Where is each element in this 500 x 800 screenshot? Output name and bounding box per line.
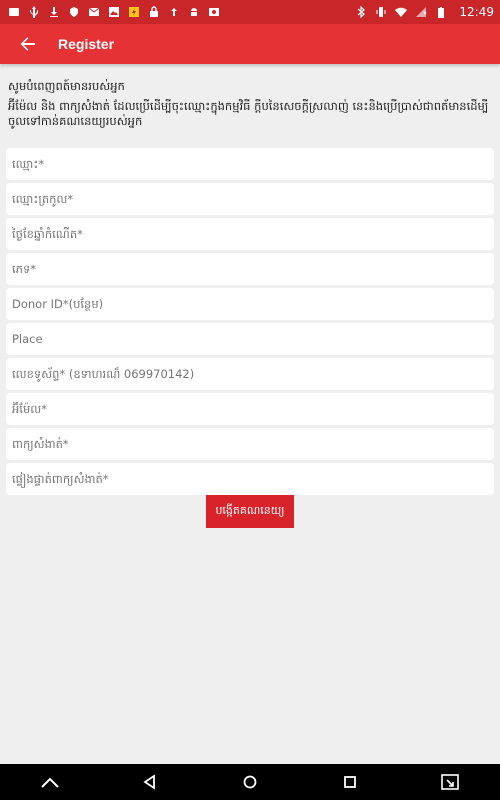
status-bar: 12:49 bbox=[0, 0, 500, 24]
password-input[interactable] bbox=[6, 428, 494, 460]
lightning-icon bbox=[128, 6, 140, 18]
back-button[interactable] bbox=[0, 24, 56, 64]
shield-icon bbox=[68, 6, 80, 18]
page-title: Register bbox=[58, 36, 115, 52]
upload-icon bbox=[168, 6, 180, 18]
form-description: អ៊ីម៉ែល និង ពាក្យសំងាត់ ដែលប្រើដើម្បីចុះ… bbox=[8, 99, 489, 128]
gender-input[interactable] bbox=[6, 253, 494, 285]
square-recents-icon bbox=[344, 776, 356, 788]
fullscreen-icon bbox=[441, 774, 459, 790]
first-name-input[interactable] bbox=[6, 148, 494, 180]
status-time: 12:49 bbox=[459, 5, 494, 19]
bluetooth-icon bbox=[355, 6, 367, 18]
email-input[interactable] bbox=[6, 393, 494, 425]
android-icon bbox=[188, 6, 200, 18]
battery-icon bbox=[435, 6, 447, 18]
system-nav-bar bbox=[0, 764, 500, 800]
birthdate-input[interactable] bbox=[6, 218, 494, 250]
app-toolbar: Register bbox=[0, 24, 500, 64]
status-right-icons: 12:49 bbox=[355, 5, 494, 19]
donor-id-input[interactable] bbox=[6, 288, 494, 320]
gmail-icon bbox=[88, 6, 100, 18]
last-name-input[interactable] bbox=[6, 183, 494, 215]
photo-icon-2 bbox=[208, 6, 220, 18]
place-input[interactable] bbox=[6, 323, 494, 355]
nav-back-button[interactable] bbox=[138, 770, 162, 794]
no-sim-icon bbox=[415, 6, 427, 18]
download-icon bbox=[48, 6, 60, 18]
photo-icon bbox=[108, 6, 120, 18]
lock-icon bbox=[148, 6, 160, 18]
nav-fullscreen-button[interactable] bbox=[438, 770, 462, 794]
form-heading: សូមបំពេញពត៍មានរបស់អ្នក bbox=[8, 79, 125, 93]
nav-menu-button[interactable] bbox=[38, 770, 62, 794]
submit-container: បង្កើតគណនេយ្យ bbox=[206, 495, 294, 528]
create-account-button[interactable]: បង្កើតគណនេយ្យ bbox=[206, 495, 294, 528]
wifi-icon bbox=[395, 6, 408, 18]
image-icon bbox=[8, 6, 20, 18]
triangle-back-icon bbox=[143, 774, 155, 790]
chevron-up-icon bbox=[41, 777, 59, 788]
nav-recents-button[interactable] bbox=[338, 770, 362, 794]
register-form bbox=[6, 148, 494, 498]
status-left-icons bbox=[8, 6, 220, 18]
circle-home-icon bbox=[243, 775, 257, 789]
arrow-left-icon bbox=[20, 37, 35, 51]
confirm-password-input[interactable] bbox=[6, 463, 494, 495]
usb-icon bbox=[28, 6, 40, 18]
phone-input[interactable] bbox=[6, 358, 494, 390]
nav-home-button[interactable] bbox=[238, 770, 262, 794]
vibrate-icon bbox=[375, 6, 387, 18]
